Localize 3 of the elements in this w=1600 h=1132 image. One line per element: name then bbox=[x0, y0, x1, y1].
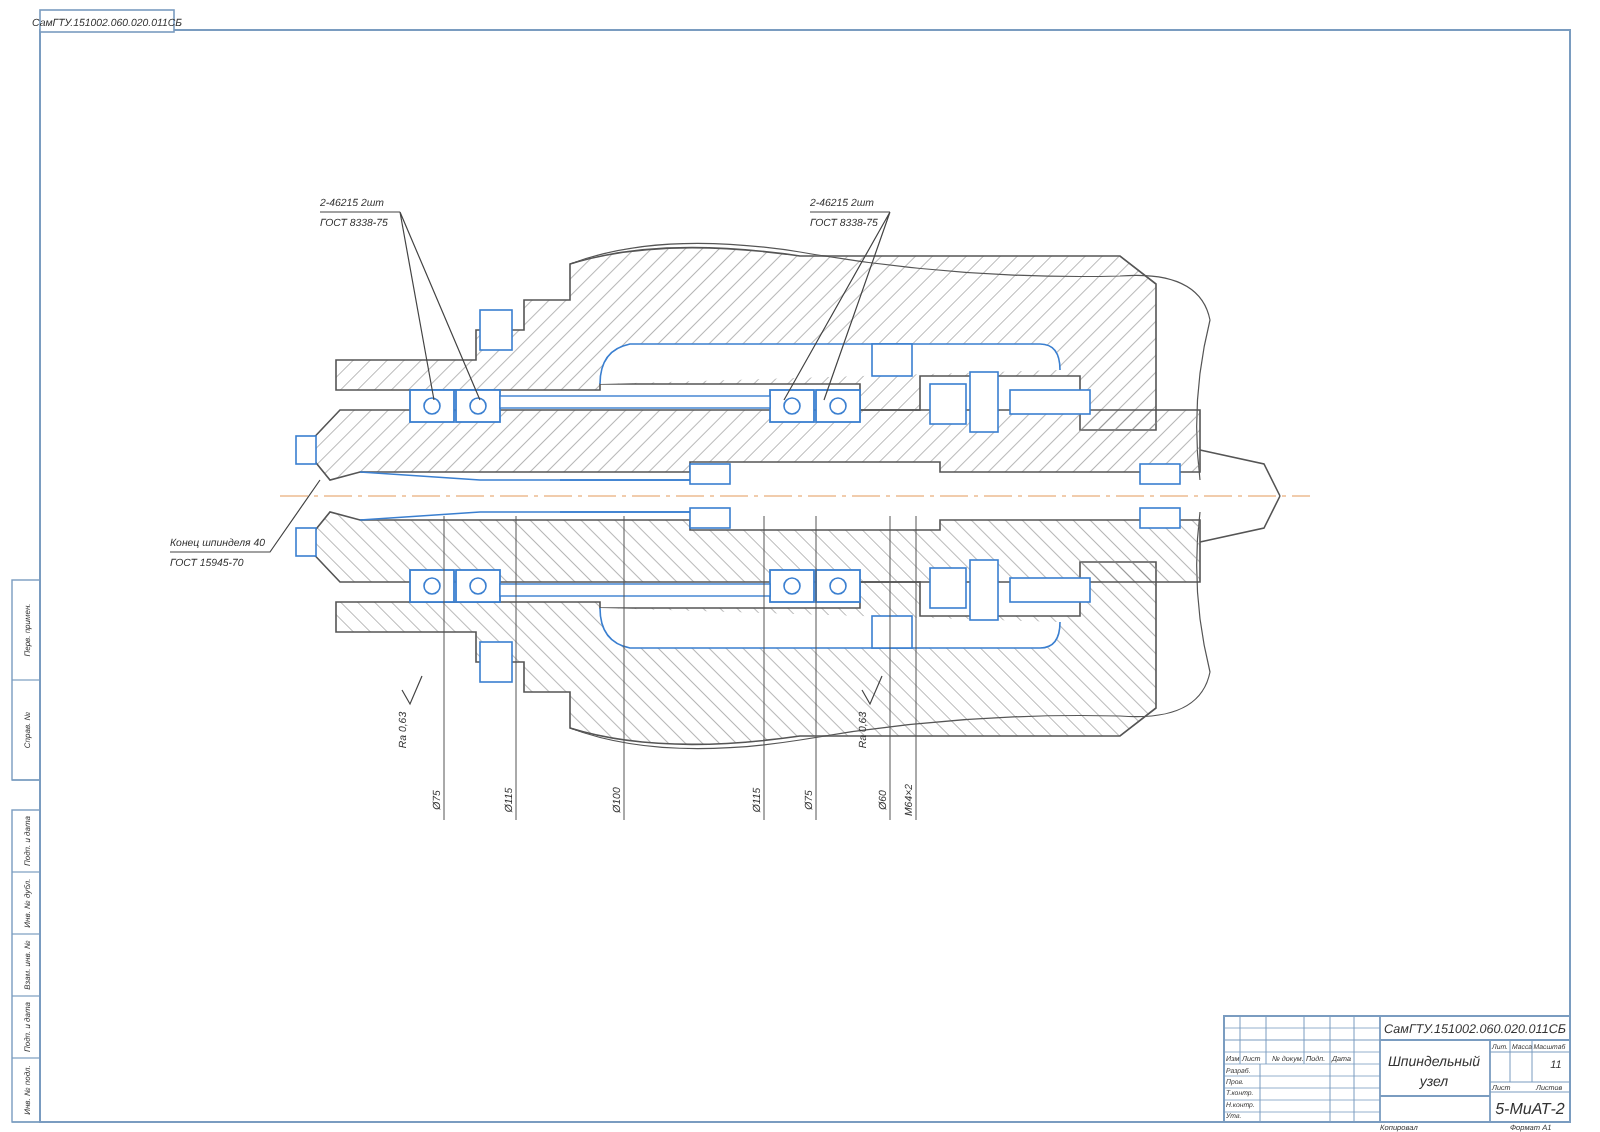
organization-code: 5-МиАТ-2 bbox=[1495, 1100, 1565, 1118]
roughness-mark-icon bbox=[401, 675, 423, 706]
roughness-mark-icon bbox=[861, 675, 883, 706]
